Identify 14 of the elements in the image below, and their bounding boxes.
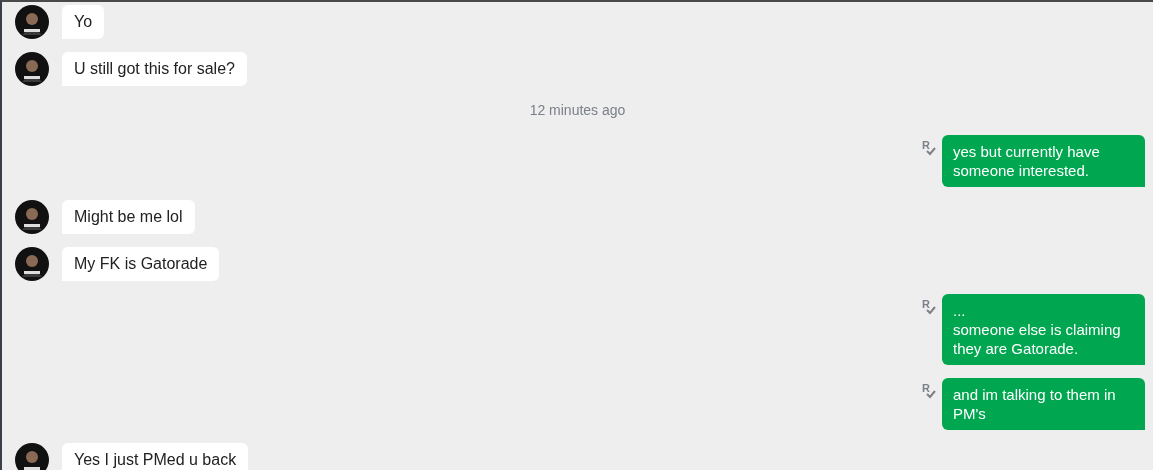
avatar-icon bbox=[15, 200, 49, 234]
incoming-message: Yes I just PMed u back bbox=[62, 443, 249, 470]
avatar-icon bbox=[15, 5, 49, 39]
outgoing-message: and im talking to them in PM's bbox=[942, 378, 1145, 430]
avatar-icon bbox=[15, 443, 49, 470]
incoming-message: Yo bbox=[62, 5, 105, 39]
incoming-message: U still got this for sale? bbox=[62, 52, 247, 86]
incoming-message: My FK is Gatorade bbox=[62, 247, 220, 281]
avatar-icon bbox=[15, 247, 49, 281]
outgoing-message: ... someone else is claiming they are Gatorade. bbox=[942, 294, 1145, 365]
timestamp: 12 minutes ago bbox=[529, 101, 626, 120]
avatar-icon bbox=[15, 52, 49, 86]
incoming-message: Might be me lol bbox=[62, 200, 195, 234]
outgoing-message: yes but currently have someone interested. bbox=[942, 135, 1145, 187]
